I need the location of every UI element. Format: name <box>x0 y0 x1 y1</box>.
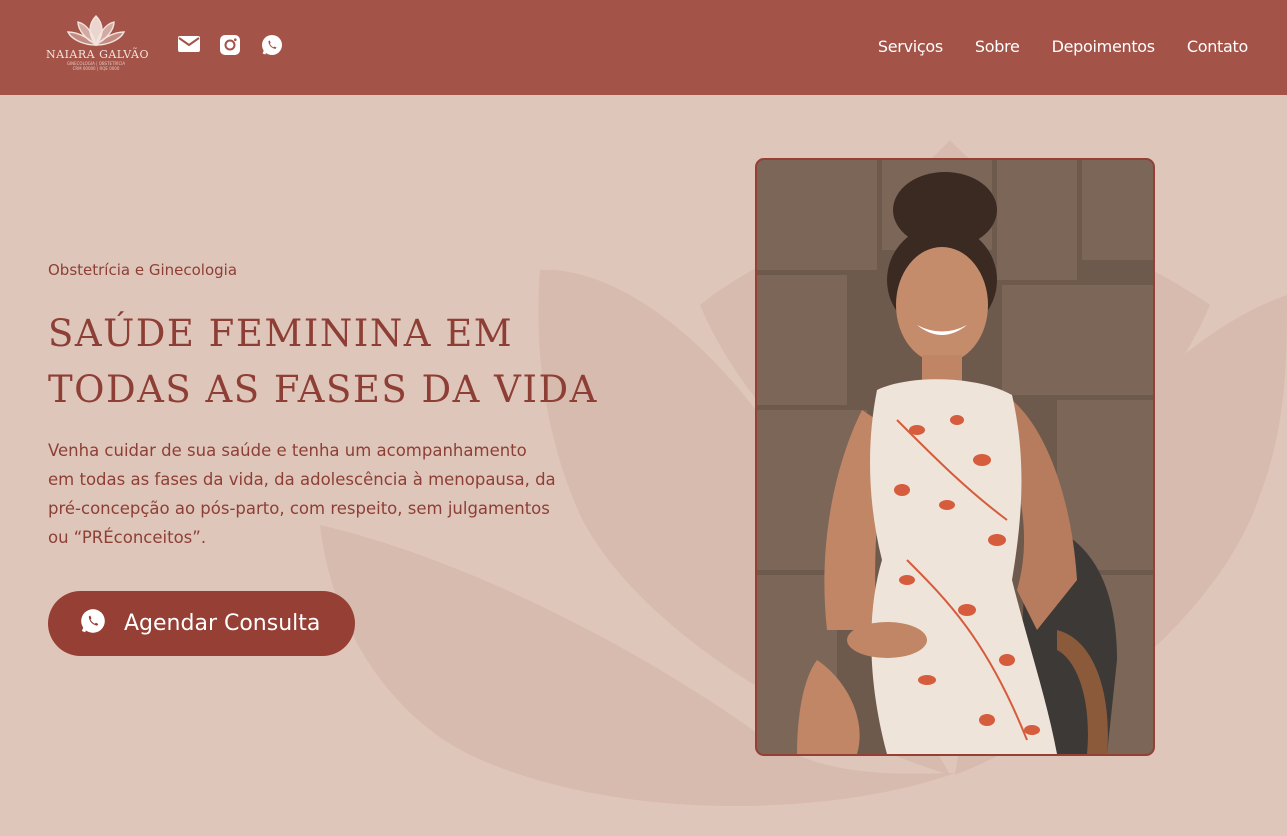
brand-tagline-2: CRM 00000 | RQE 0000 <box>72 66 120 71</box>
whatsapp-icon <box>80 608 106 640</box>
lotus-logo-icon <box>66 15 126 46</box>
hero-title-line-2: TODAS AS FASES DA VIDA <box>48 368 598 411</box>
site-header: NAIARA GALVÃO GINECOLOGIA | OBSTETRÍCIA … <box>0 0 1287 95</box>
nav-item-sobre[interactable]: Sobre <box>975 37 1020 56</box>
hero-description: Venha cuidar de sua saúde e tenha um aco… <box>48 441 556 547</box>
hero-eyebrow: Obstetrícia e Ginecologia <box>48 261 238 279</box>
doctor-portrait-photo <box>755 158 1155 756</box>
hero-title: SAÚDE FEMININA EM TODAS AS FASES DA VIDA <box>48 306 648 418</box>
nav-item-servicos[interactable]: Serviços <box>878 37 943 56</box>
instagram-icon[interactable] <box>219 34 243 56</box>
social-links <box>177 34 285 56</box>
mail-icon[interactable] <box>177 34 201 56</box>
hero-title-line-1: SAÚDE FEMININA EM <box>48 312 514 355</box>
schedule-appointment-label: Agendar Consulta <box>124 611 321 636</box>
whatsapp-icon[interactable] <box>261 34 285 56</box>
brand-logo[interactable]: NAIARA GALVÃO GINECOLOGIA | OBSTETRÍCIA … <box>46 12 149 80</box>
main-nav: Serviços Sobre Depoimentos Contato <box>878 37 1248 56</box>
schedule-appointment-button[interactable]: Agendar Consulta <box>48 591 355 656</box>
brand-name: NAIARA GALVÃO <box>46 48 149 61</box>
nav-item-depoimentos[interactable]: Depoimentos <box>1052 37 1156 56</box>
nav-item-contato[interactable]: Contato <box>1187 37 1248 56</box>
